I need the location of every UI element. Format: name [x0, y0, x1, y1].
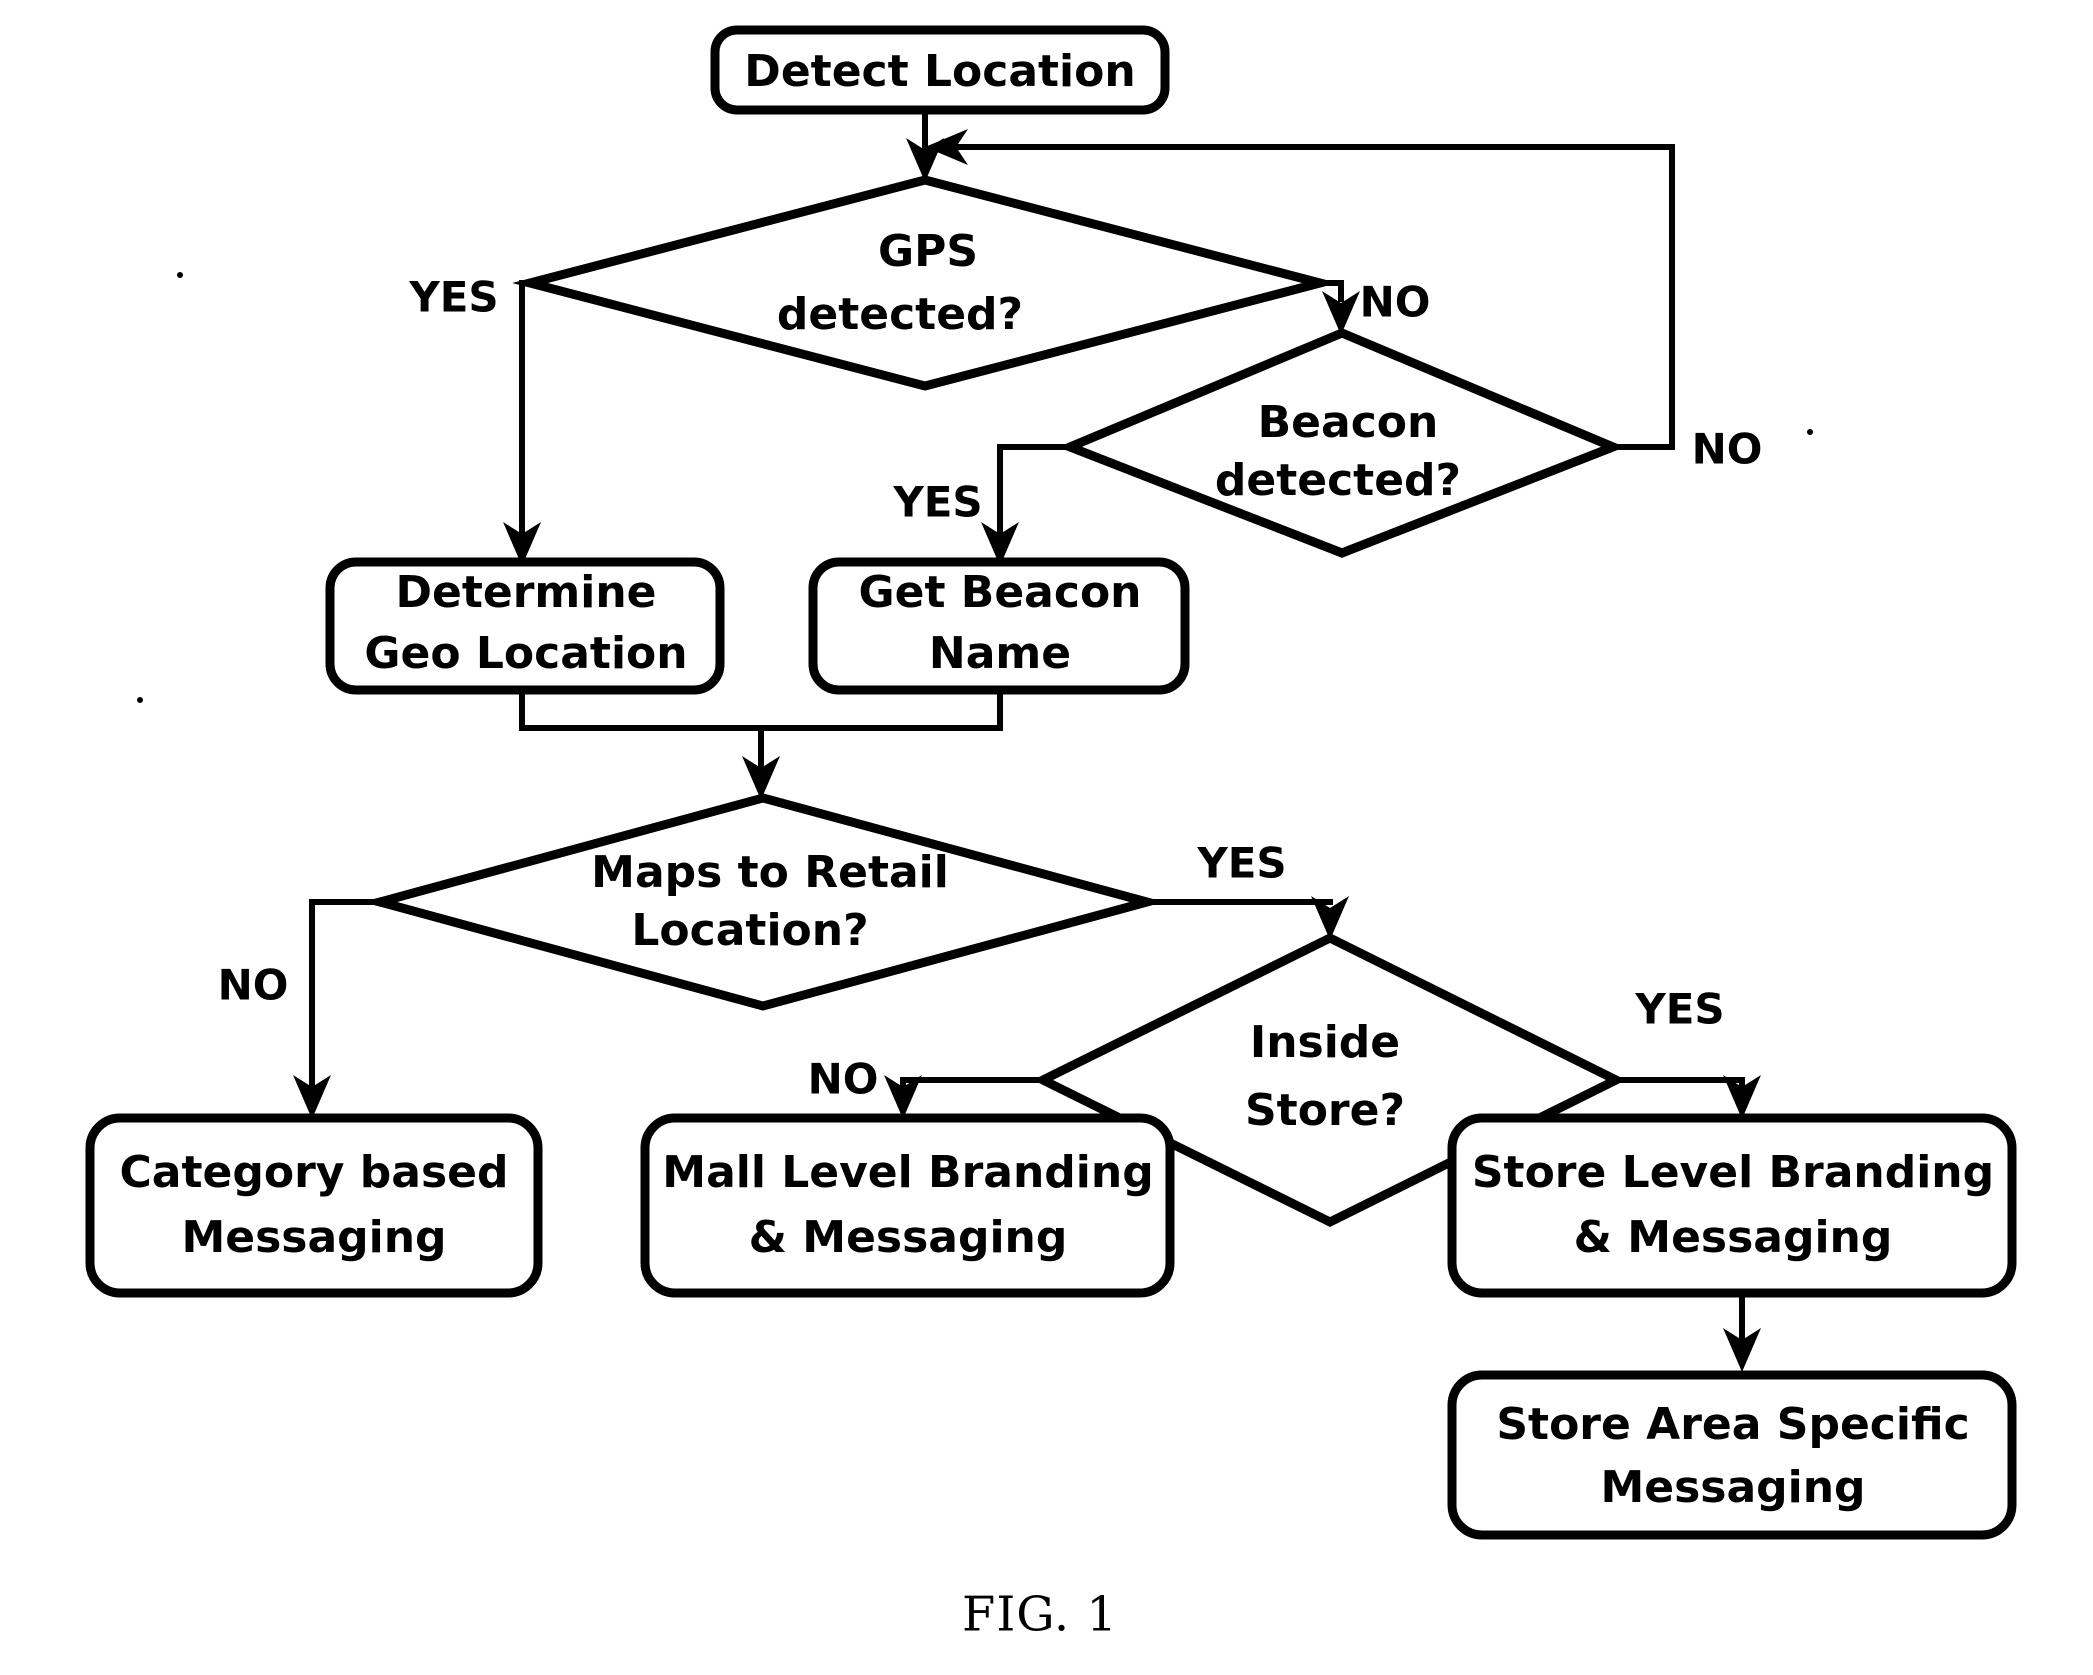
gps-detected-shape — [512, 175, 1338, 391]
determine-geo-location-label-line1: Determine — [395, 567, 656, 618]
gps-detected-label-line1: GPS — [878, 226, 978, 277]
detect-location-label: Detect Location — [744, 46, 1135, 97]
scan-speck — [177, 272, 183, 278]
inside-store-label-line2: Store? — [1245, 1085, 1405, 1136]
edge-label-maps-no: NO — [218, 961, 289, 1010]
maps-to-retail-label-line2: Location? — [631, 905, 868, 956]
edge-label-beacon-no: NO — [1692, 425, 1763, 474]
edge-maps-yes — [1145, 896, 1349, 940]
maps-to-retail-label-line1: Maps to Retail — [591, 847, 949, 898]
node-gps-detected[interactable]: GPS detected? — [512, 175, 1338, 391]
edge-beacon-yes — [981, 444, 1072, 566]
node-maps-to-retail[interactable]: Maps to Retail Location? — [362, 793, 1165, 1011]
store-level-label-line1: Store Level Branding — [1472, 1147, 1994, 1198]
node-beacon-detected[interactable]: Beacon detected? — [1057, 328, 1625, 558]
maps-to-retail-shape — [362, 793, 1165, 1011]
figure-root: Detect Location GPS detected? Beacon det… — [0, 0, 2093, 1675]
scan-speck — [137, 697, 143, 703]
edge-inside-yes — [1616, 1075, 1761, 1119]
edge-label-beacon-yes: YES — [892, 478, 982, 527]
node-determine-geo-location[interactable]: Determine Geo Location — [325, 557, 725, 695]
store-level-label-line2: & Messaging — [1574, 1212, 1893, 1263]
node-category-based[interactable]: Category based Messaging — [85, 1113, 543, 1298]
store-area-specific-label-line1: Store Area Specific — [1496, 1399, 1969, 1450]
beacon-detected-label-line2: detected? — [1215, 455, 1461, 506]
mall-level-label-line1: Mall Level Branding — [662, 1147, 1153, 1198]
edge-label-gps-no: NO — [1360, 278, 1431, 327]
beacon-detected-label-line1: Beacon — [1258, 397, 1439, 448]
node-get-beacon-name[interactable]: Get Beacon Name — [808, 557, 1190, 695]
gps-detected-label-line2: detected? — [777, 289, 1023, 340]
flowchart-diagram: Detect Location GPS detected? Beacon det… — [85, 25, 2017, 1643]
edge-label-inside-yes: YES — [1634, 985, 1724, 1034]
edge-label-gps-yes: YES — [408, 273, 498, 322]
get-beacon-name-label-line1: Get Beacon — [858, 567, 1141, 618]
mall-level-shape — [640, 1113, 1175, 1298]
edge-merge-to-maps — [519, 688, 1003, 800]
determine-geo-location-label-line2: Geo Location — [364, 628, 687, 679]
edge-maps-no — [293, 899, 378, 1119]
get-beacon-name-label-line2: Name — [929, 628, 1071, 679]
store-area-specific-label-line2: Messaging — [1600, 1462, 1865, 1513]
node-store-level[interactable]: Store Level Branding & Messaging — [1447, 1113, 2017, 1298]
node-mall-level[interactable]: Mall Level Branding & Messaging — [640, 1113, 1175, 1298]
node-detect-location[interactable]: Detect Location — [710, 25, 1170, 115]
category-based-shape — [85, 1113, 543, 1298]
edge-storelevel-to-storearea — [1723, 1292, 1761, 1372]
node-store-area-specific[interactable]: Store Area Specific Messaging — [1447, 1370, 2017, 1540]
edge-label-inside-no: NO — [808, 1055, 879, 1104]
scan-speck — [1807, 429, 1813, 435]
store-level-shape — [1447, 1113, 2017, 1298]
edge-gps-yes — [503, 280, 541, 566]
mall-level-label-line2: & Messaging — [749, 1212, 1068, 1263]
edge-inside-no — [884, 1075, 1042, 1119]
edge-gps-no — [1318, 280, 1360, 335]
category-based-label-line2: Messaging — [181, 1212, 446, 1263]
inside-store-label-line1: Inside — [1250, 1017, 1400, 1068]
figure-caption: FIG. 1 — [962, 1587, 1118, 1643]
category-based-label-line1: Category based — [120, 1147, 509, 1198]
edge-label-maps-yes: YES — [1196, 839, 1286, 888]
